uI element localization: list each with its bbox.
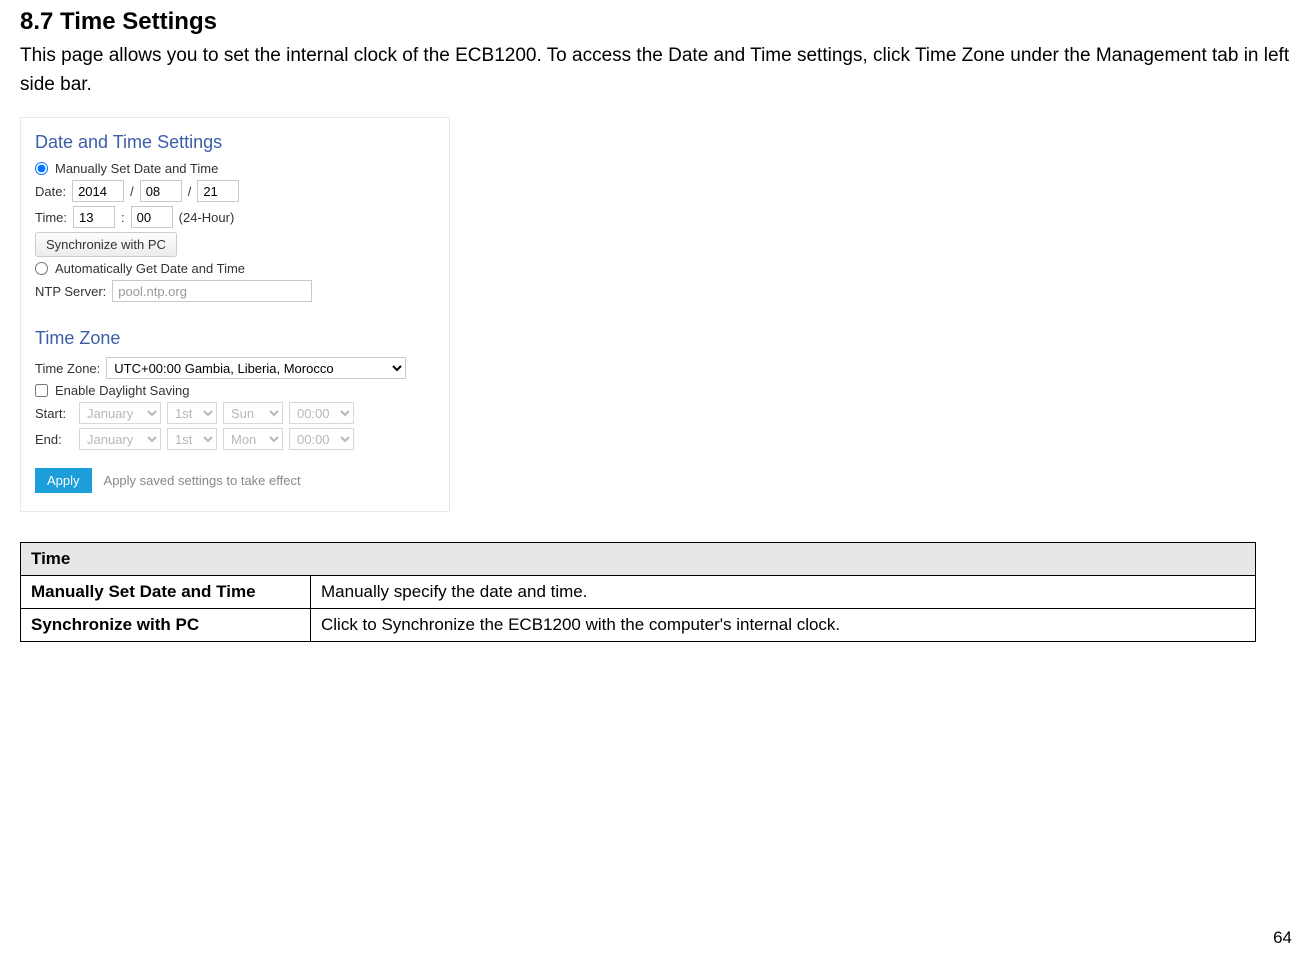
time-format-label: (24-Hour) <box>179 210 235 225</box>
manual-date-time-radio[interactable] <box>35 162 48 175</box>
table-cell-key: Manually Set Date and Time <box>21 576 311 609</box>
time-label: Time: <box>35 210 67 225</box>
date-month-input[interactable] <box>140 180 182 202</box>
definitions-table: Time Manually Set Date and Time Manually… <box>20 542 1256 642</box>
manual-date-time-radio-label[interactable]: Manually Set Date and Time <box>35 161 218 176</box>
date-year-input[interactable] <box>72 180 124 202</box>
table-row: Synchronize with PC Click to Synchronize… <box>21 609 1256 642</box>
auto-radio-text: Automatically Get Date and Time <box>55 261 245 276</box>
table-cell-key: Synchronize with PC <box>21 609 311 642</box>
dst-end-month-select[interactable]: January <box>79 428 161 450</box>
dst-start-day-select[interactable]: Sun <box>223 402 283 424</box>
time-hour-input[interactable] <box>73 206 115 228</box>
timezone-label: Time Zone: <box>35 361 100 376</box>
timezone-panel-title: Time Zone <box>35 328 435 349</box>
datetime-settings-title: Date and Time Settings <box>35 132 435 153</box>
sync-with-pc-button[interactable]: Synchronize with PC <box>35 232 177 257</box>
time-sep: : <box>121 210 125 225</box>
time-min-input[interactable] <box>131 206 173 228</box>
ntp-server-input[interactable] <box>112 280 312 302</box>
date-sep1: / <box>130 184 134 199</box>
auto-date-time-radio[interactable] <box>35 262 48 275</box>
daylight-saving-checkbox[interactable] <box>35 384 48 397</box>
screenshot-panel: Date and Time Settings Manually Set Date… <box>20 117 450 512</box>
date-label: Date: <box>35 184 66 199</box>
apply-button[interactable]: Apply <box>35 468 92 493</box>
date-day-input[interactable] <box>197 180 239 202</box>
dst-start-week-select[interactable]: 1st <box>167 402 217 424</box>
dst-end-day-select[interactable]: Mon <box>223 428 283 450</box>
apply-note: Apply saved settings to take effect <box>104 473 301 488</box>
table-row: Manually Set Date and Time Manually spec… <box>21 576 1256 609</box>
dst-start-time-select[interactable]: 00:00 <box>289 402 354 424</box>
table-cell-val: Manually specify the date and time. <box>311 576 1256 609</box>
ntp-server-label: NTP Server: <box>35 284 106 299</box>
date-sep2: / <box>188 184 192 199</box>
dst-start-label: Start: <box>35 406 73 421</box>
daylight-saving-checkbox-label[interactable]: Enable Daylight Saving <box>35 383 189 398</box>
auto-date-time-radio-label[interactable]: Automatically Get Date and Time <box>35 261 245 276</box>
dst-end-week-select[interactable]: 1st <box>167 428 217 450</box>
section-title: 8.7 Time Settings <box>20 8 1294 36</box>
dst-end-label: End: <box>35 432 73 447</box>
intro-paragraph: This page allows you to set the internal… <box>20 42 1294 99</box>
page-number: 64 <box>1273 928 1292 948</box>
dst-start-month-select[interactable]: January <box>79 402 161 424</box>
table-cell-val: Click to Synchronize the ECB1200 with th… <box>311 609 1256 642</box>
manual-radio-text: Manually Set Date and Time <box>55 161 218 176</box>
timezone-select[interactable]: UTC+00:00 Gambia, Liberia, Morocco <box>106 357 406 379</box>
dst-check-text: Enable Daylight Saving <box>55 383 189 398</box>
table-header: Time <box>21 543 1256 576</box>
dst-end-time-select[interactable]: 00:00 <box>289 428 354 450</box>
